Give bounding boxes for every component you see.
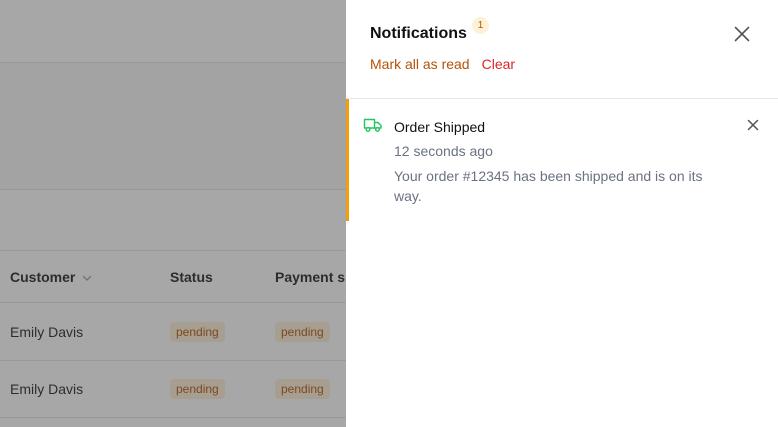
close-icon: [747, 119, 759, 131]
notification-message: Your order #12345 has been shipped and i…: [394, 168, 703, 204]
notification-timestamp: 12 seconds ago: [394, 143, 493, 159]
truck-icon: [363, 117, 383, 133]
notification-count-badge: 1: [472, 17, 489, 34]
drawer-header: Notifications 1 Mark all as read Clear: [346, 0, 778, 99]
modal-backdrop[interactable]: [0, 0, 346, 427]
close-icon: [734, 26, 750, 42]
close-drawer-button[interactable]: [732, 24, 752, 44]
drawer-title: Notifications: [370, 25, 467, 42]
notifications-drawer: Notifications 1 Mark all as read Clear O…: [346, 0, 778, 427]
mark-all-read-button[interactable]: Mark all as read: [370, 56, 470, 72]
notification-title: Order Shipped: [394, 119, 486, 135]
drawer-actions: Mark all as read Clear: [370, 56, 515, 72]
dismiss-notification-button[interactable]: [746, 118, 760, 132]
notification-item[interactable]: Order Shipped 12 seconds ago Your order …: [346, 99, 778, 221]
clear-notifications-button[interactable]: Clear: [482, 56, 515, 72]
page: Customer Status Payment s Emily Davis pe…: [0, 0, 778, 427]
